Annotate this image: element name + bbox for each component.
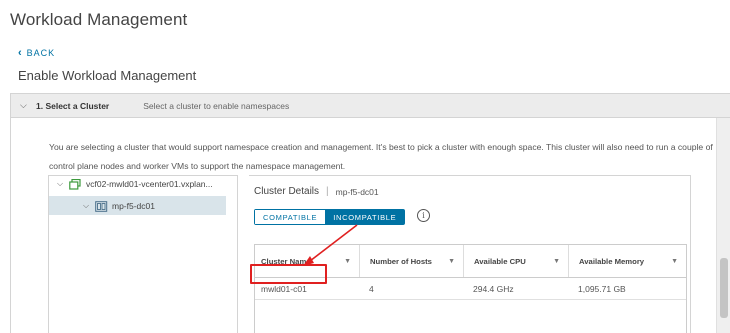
tree-item-label: mp-f5-dc01 [112,200,155,211]
cluster-table: Cluster Name ▼ Number of Hosts ▼ Availab… [254,244,687,333]
info-text: You are selecting a cluster that would s… [49,142,713,171]
filter-icon[interactable]: ▼ [344,258,351,265]
chevron-left-icon: ‹ [18,47,23,59]
chevron-down-icon[interactable]: ⌵ [57,179,69,189]
filter-icon[interactable]: ▼ [553,258,560,265]
step-header[interactable]: ⌵ 1. Select a Cluster Select a cluster t… [11,94,730,118]
cell-cluster-name: mwld01-c01 [261,283,307,294]
cell-hosts: 4 [369,283,374,294]
section-title: Enable Workload Management [18,68,197,83]
scrollbar[interactable] [716,118,730,333]
tree-item-vcenter[interactable]: ⌵ vcf02-mwld01-vcenter01.vxplan... [57,178,213,190]
details-heading: Cluster Details [254,186,320,197]
step-description: Select a cluster to enable namespaces [143,100,290,111]
column-header-hosts[interactable]: Number of Hosts ▼ [359,245,463,277]
inventory-tree: ⌵ vcf02-mwld01-vcenter01.vxplan... ⌵ mp-… [48,175,238,333]
cluster-icon [95,200,108,212]
scrollbar-thumb[interactable] [720,258,728,318]
tab-compatible[interactable]: COMPATIBLE [255,210,326,224]
back-label: BACK [26,48,56,58]
cluster-details: Cluster Details | mp-f5-dc01 COMPATIBLE … [249,175,691,333]
divider: | [326,186,329,197]
tree-item-cluster[interactable]: ⌵ mp-f5-dc01 [49,196,226,215]
details-title: Cluster Details | mp-f5-dc01 [254,186,379,197]
column-header-cpu[interactable]: Available CPU ▼ [463,245,568,277]
compatibility-toggle: COMPATIBLE INCOMPATIBLE [254,209,406,225]
chevron-down-icon[interactable]: ⌵ [20,100,30,111]
tree-item-label: vcf02-mwld01-vcenter01.vxplan... [86,179,213,189]
chevron-down-icon[interactable]: ⌵ [83,201,95,211]
filter-icon[interactable]: ▼ [671,258,678,265]
cell-memory: 1,095.71 GB [578,283,626,294]
page-title: Workload Management [10,10,188,29]
datacenter-icon [69,178,81,190]
filter-icon[interactable]: ▼ [448,258,455,265]
column-header-memory[interactable]: Available Memory ▼ [568,245,686,277]
back-link[interactable]: ‹ BACK [18,47,55,59]
annotation-highlight-box [250,264,327,284]
wizard-panel: ⌵ 1. Select a Cluster Select a cluster t… [10,93,730,333]
tab-incompatible[interactable]: INCOMPATIBLE [325,210,405,224]
step-body: You are selecting a cluster that would s… [11,118,730,333]
cell-cpu: 294.4 GHz [473,283,514,294]
info-icon[interactable]: i [417,209,430,222]
details-cluster-name: mp-f5-dc01 [335,186,379,197]
step-label: 1. Select a Cluster [36,100,110,111]
